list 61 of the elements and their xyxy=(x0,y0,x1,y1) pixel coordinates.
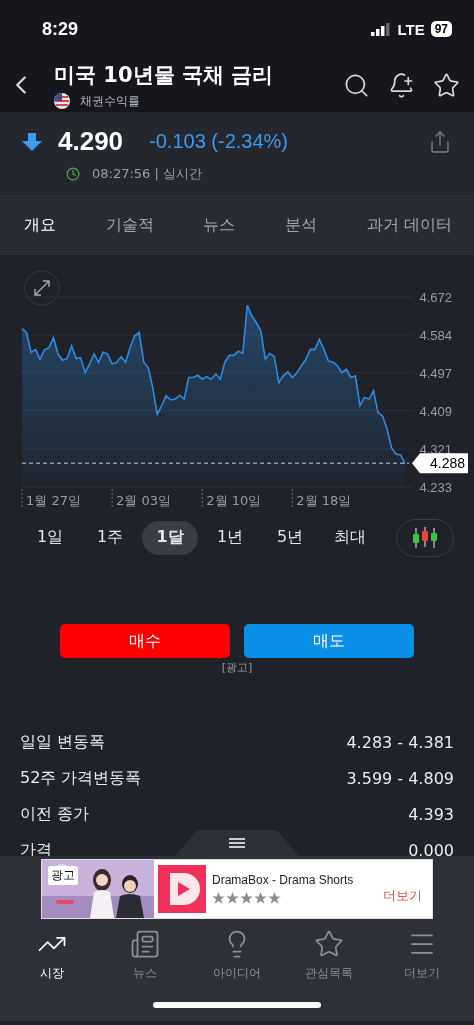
stat-value: 4.393 xyxy=(408,804,454,824)
stat-value: 4.283 - 4.381 xyxy=(346,732,454,752)
buy-button[interactable]: 매수 xyxy=(60,624,230,658)
y-axis-label: 4.409 xyxy=(419,403,452,419)
stat-label: 52주 가격변동폭 xyxy=(20,767,142,789)
nav-tab[interactable]: 아이디어 xyxy=(196,929,277,982)
clock-icon xyxy=(66,167,80,181)
stat-label: 이전 종가 xyxy=(20,803,90,825)
section-tab[interactable]: 과거 데이터 xyxy=(366,214,452,236)
share-button[interactable] xyxy=(428,129,452,154)
x-axis-label: 1월 27일 xyxy=(26,493,81,508)
range-tab[interactable]: 1달 xyxy=(142,520,198,555)
y-axis-label: 4.497 xyxy=(419,365,452,381)
sell-button[interactable]: 매도 xyxy=(244,624,414,658)
section-tab[interactable]: 분석 xyxy=(285,214,318,236)
section-tab[interactable]: 개요 xyxy=(24,214,56,236)
range-tab[interactable]: 5년 xyxy=(262,520,318,555)
y-axis-label: 4.233 xyxy=(419,480,452,495)
stat-value: 3.599 - 4.809 xyxy=(346,768,454,788)
battery-level: 97 xyxy=(430,21,452,37)
section-tab[interactable]: 기술적 xyxy=(105,214,154,236)
y-axis-label: 4.584 xyxy=(419,328,452,344)
x-axis-label: 2월 10일 xyxy=(206,493,262,508)
ref-line-label: 4.288 xyxy=(429,455,466,472)
ad-banner[interactable]: 광고 DramaBox - Drama Shorts 더보기 xyxy=(41,858,433,919)
ad-title: DramaBox - Drama Shorts xyxy=(212,872,355,887)
stat-value: 0.000 xyxy=(408,840,454,856)
expand-icon[interactable] xyxy=(24,270,60,306)
flag-icon xyxy=(54,93,70,109)
x-axis-label: 2월 03일 xyxy=(116,493,172,508)
network-label: LTE xyxy=(397,20,425,38)
candlestick-icon xyxy=(411,526,439,549)
range-tab[interactable]: 1일 xyxy=(22,520,78,555)
y-axis-label: 4.672 xyxy=(419,290,452,305)
price-change: -0.103 (-2.34%) xyxy=(149,130,290,153)
range-tab[interactable]: 최대 xyxy=(322,520,378,555)
signal-icon xyxy=(371,22,392,36)
nav-tab[interactable]: 시장 xyxy=(12,929,93,982)
range-tab[interactable]: 1년 xyxy=(202,520,258,555)
star-icon xyxy=(314,929,345,959)
category-label: 채권수익률 xyxy=(80,92,140,110)
add-alert-button[interactable] xyxy=(388,71,415,99)
down-arrow-icon xyxy=(22,132,42,151)
nav-tab[interactable]: 관심목록 xyxy=(289,929,370,982)
app-logo-icon xyxy=(158,864,206,913)
quote-time: 08:27:56 | 실시간 xyxy=(92,165,203,183)
current-value-tag: 4.288 xyxy=(412,453,468,474)
stat-label: 일일 변동폭 xyxy=(20,731,106,753)
newspaper-icon xyxy=(129,929,160,959)
x-axis-label: 2월 18일 xyxy=(296,493,352,508)
price-value: 4.290 xyxy=(58,126,124,157)
favorite-button[interactable] xyxy=(433,71,460,99)
nav-tab[interactable]: 뉴스 xyxy=(104,929,185,982)
more-link[interactable]: 더보기 xyxy=(383,886,422,905)
range-tab[interactable]: 1주 xyxy=(82,520,138,555)
nav-tab[interactable]: 더보기 xyxy=(381,929,462,982)
page-title: 미국 10년물 국채 금리 xyxy=(54,61,275,89)
status-time: 8:29 xyxy=(42,18,79,40)
section-tab[interactable]: 뉴스 xyxy=(203,214,236,236)
rating-stars-icon xyxy=(212,891,282,905)
ad-label: [광고] xyxy=(221,661,253,675)
